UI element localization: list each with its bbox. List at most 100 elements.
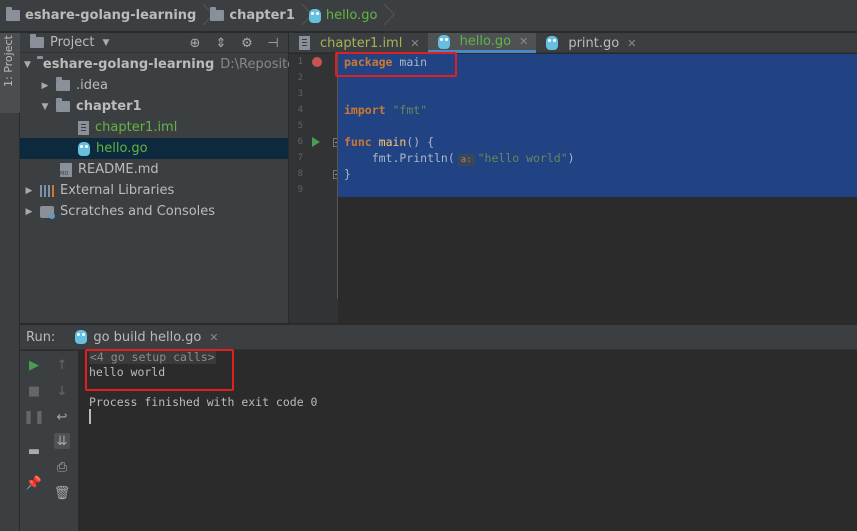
- print-icon[interactable]: ⎙: [54, 459, 70, 475]
- highlight-box: [335, 52, 457, 77]
- highlight-box: [85, 349, 234, 391]
- editor-tab-bar: chapter1.iml ✕ hello.go ✕ print.go ✕: [289, 33, 857, 53]
- run-panel-header: Run: go build hello.go ✕: [20, 324, 857, 350]
- project-tree: ▼ eshare-golang-learning D:\Repository ▶…: [20, 53, 308, 222]
- library-icon: [40, 184, 54, 197]
- tree-item-label: eshare-golang-learning: [42, 57, 215, 72]
- tab-chapter1-iml[interactable]: chapter1.iml ✕: [289, 33, 428, 53]
- close-icon[interactable]: ✕: [519, 35, 528, 48]
- tree-item-hello-go[interactable]: hello.go: [20, 138, 288, 159]
- hide-panel-icon[interactable]: ⊣: [266, 36, 280, 51]
- line-number: 8: [297, 169, 303, 179]
- project-panel-header: Project ▼ ⊕ ⇕ ⚙ ⊣: [20, 33, 288, 53]
- expand-arrow-icon[interactable]: ▼: [24, 60, 31, 70]
- console-exit-line: Process finished with exit code 0: [89, 395, 318, 409]
- breadcrumb-file[interactable]: hello.go: [308, 0, 382, 32]
- breadcrumb-file-label: hello.go: [325, 8, 378, 23]
- close-icon[interactable]: ✕: [627, 37, 636, 50]
- tree-item-label: hello.go: [96, 141, 148, 156]
- go-file-icon: [308, 8, 321, 23]
- line-number: 4: [297, 105, 303, 115]
- run-toolbar: ▶ ↑ ■ ↓ ❚❚ ↩ ▬ ⇊ ⎙ 📌 🗑: [20, 351, 78, 531]
- iml-file-icon: [299, 36, 310, 50]
- expand-arrow-icon[interactable]: ▶: [24, 186, 34, 196]
- tab-hello-go[interactable]: hello.go ✕: [427, 33, 537, 53]
- expand-arrow-icon[interactable]: ▼: [40, 102, 50, 112]
- chevron-down-icon[interactable]: ▼: [102, 38, 109, 48]
- go-file-icon: [75, 330, 88, 344]
- project-panel: Project ▼ ⊕ ⇕ ⚙ ⊣ ▼ eshare-golang-learni…: [20, 33, 308, 323]
- go-file-icon: [546, 36, 559, 50]
- rerun-icon[interactable]: ▶: [26, 357, 42, 373]
- tree-item-chapter1[interactable]: ▼ chapter1: [20, 96, 288, 117]
- run-console[interactable]: <4 go setup calls> hello world Process f…: [79, 349, 857, 531]
- go-file-icon: [437, 34, 450, 49]
- tree-item-label: Scratches and Consoles: [60, 204, 216, 219]
- up-arrow-icon[interactable]: ↑: [54, 357, 70, 373]
- tree-item-label: README.md: [78, 162, 159, 177]
- expand-arrow-icon[interactable]: ▶: [40, 81, 50, 91]
- layout-icon[interactable]: ▬: [26, 443, 42, 459]
- folder-icon: [56, 77, 70, 91]
- stop-icon[interactable]: ■: [26, 383, 42, 399]
- tab-print-go[interactable]: print.go ✕: [536, 33, 644, 53]
- run-panel-title: Run:: [26, 329, 56, 345]
- run-gutter-icon[interactable]: [312, 137, 320, 147]
- markdown-file-icon: [60, 162, 72, 177]
- line-number: 3: [297, 89, 303, 99]
- iml-file-icon: [78, 120, 89, 135]
- line-number: 6: [297, 137, 303, 147]
- folder-icon: [210, 7, 225, 21]
- line-number: 5: [297, 121, 303, 131]
- tree-item-external-libraries[interactable]: ▶ External Libraries: [20, 180, 288, 201]
- close-icon[interactable]: ✕: [410, 37, 419, 50]
- project-tool-window-tab[interactable]: 1: Project: [0, 33, 20, 113]
- run-config-tab[interactable]: go build hello.go ✕: [75, 329, 219, 345]
- tree-item-label: chapter1: [76, 99, 142, 114]
- text-caret: [89, 409, 91, 424]
- tree-item-label: External Libraries: [60, 183, 175, 198]
- code-line-6: func main() {: [344, 135, 435, 149]
- tree-item-project-root[interactable]: ▼ eshare-golang-learning D:\Repository: [20, 54, 308, 75]
- tab-label: print.go: [568, 35, 620, 51]
- code-editor[interactable]: 1 2 3 4 5 6 7 8 9 package main import "f…: [289, 52, 857, 323]
- soft-wrap-icon[interactable]: ↩: [54, 409, 70, 425]
- breadcrumb-separator: [299, 0, 309, 32]
- breadcrumb-separator: [200, 0, 210, 32]
- scratches-icon: [40, 205, 55, 219]
- tree-item-idea[interactable]: ▶ .idea: [20, 75, 288, 96]
- folder-icon: [56, 98, 70, 112]
- code-line-8: }: [344, 167, 351, 181]
- scroll-to-end-icon[interactable]: ⇊: [54, 433, 70, 449]
- breadcrumb-folder-label: chapter1: [229, 8, 295, 23]
- down-arrow-icon[interactable]: ↓: [54, 383, 70, 399]
- project-view-icon: [30, 34, 44, 48]
- pause-icon[interactable]: ❚❚: [23, 409, 45, 425]
- navigation-bar: eshare-golang-learning chapter1 hello.go: [0, 0, 857, 32]
- line-number: 9: [297, 185, 303, 195]
- trash-icon[interactable]: 🗑: [54, 485, 71, 501]
- tab-label: chapter1.iml: [320, 35, 403, 51]
- left-tool-strip: 1: Project: [0, 33, 20, 531]
- code-line-4: import "fmt": [344, 103, 428, 117]
- close-icon[interactable]: ✕: [209, 331, 218, 344]
- tree-item-label: .idea: [76, 78, 108, 93]
- tree-item-chapter1-iml[interactable]: chapter1.iml: [20, 117, 288, 138]
- tree-item-scratches[interactable]: ▶ Scratches and Consoles: [20, 201, 288, 222]
- project-view-selector[interactable]: Project: [50, 35, 94, 50]
- locate-target-icon[interactable]: ⊕: [188, 36, 202, 51]
- breadcrumb-folder[interactable]: chapter1: [210, 0, 299, 32]
- run-tab-label: go build hello.go: [93, 329, 202, 345]
- line-number: 2: [297, 73, 303, 83]
- breadcrumb-project[interactable]: eshare-golang-learning: [6, 0, 200, 32]
- code-line-7: fmt.Println(a: "hello world"): [344, 151, 575, 166]
- tree-item-readme[interactable]: README.md: [20, 159, 288, 180]
- editor-gutter[interactable]: 1 2 3 4 5 6 7 8 9: [289, 54, 342, 323]
- collapse-all-icon[interactable]: ⇕: [214, 36, 228, 51]
- breakpoint-icon[interactable]: [312, 57, 322, 67]
- gear-icon[interactable]: ⚙: [240, 36, 254, 51]
- pin-icon[interactable]: 📌: [26, 475, 42, 491]
- expand-arrow-icon[interactable]: ▶: [24, 207, 34, 217]
- tree-item-label: chapter1.iml: [95, 120, 178, 135]
- tab-label: hello.go: [459, 34, 512, 49]
